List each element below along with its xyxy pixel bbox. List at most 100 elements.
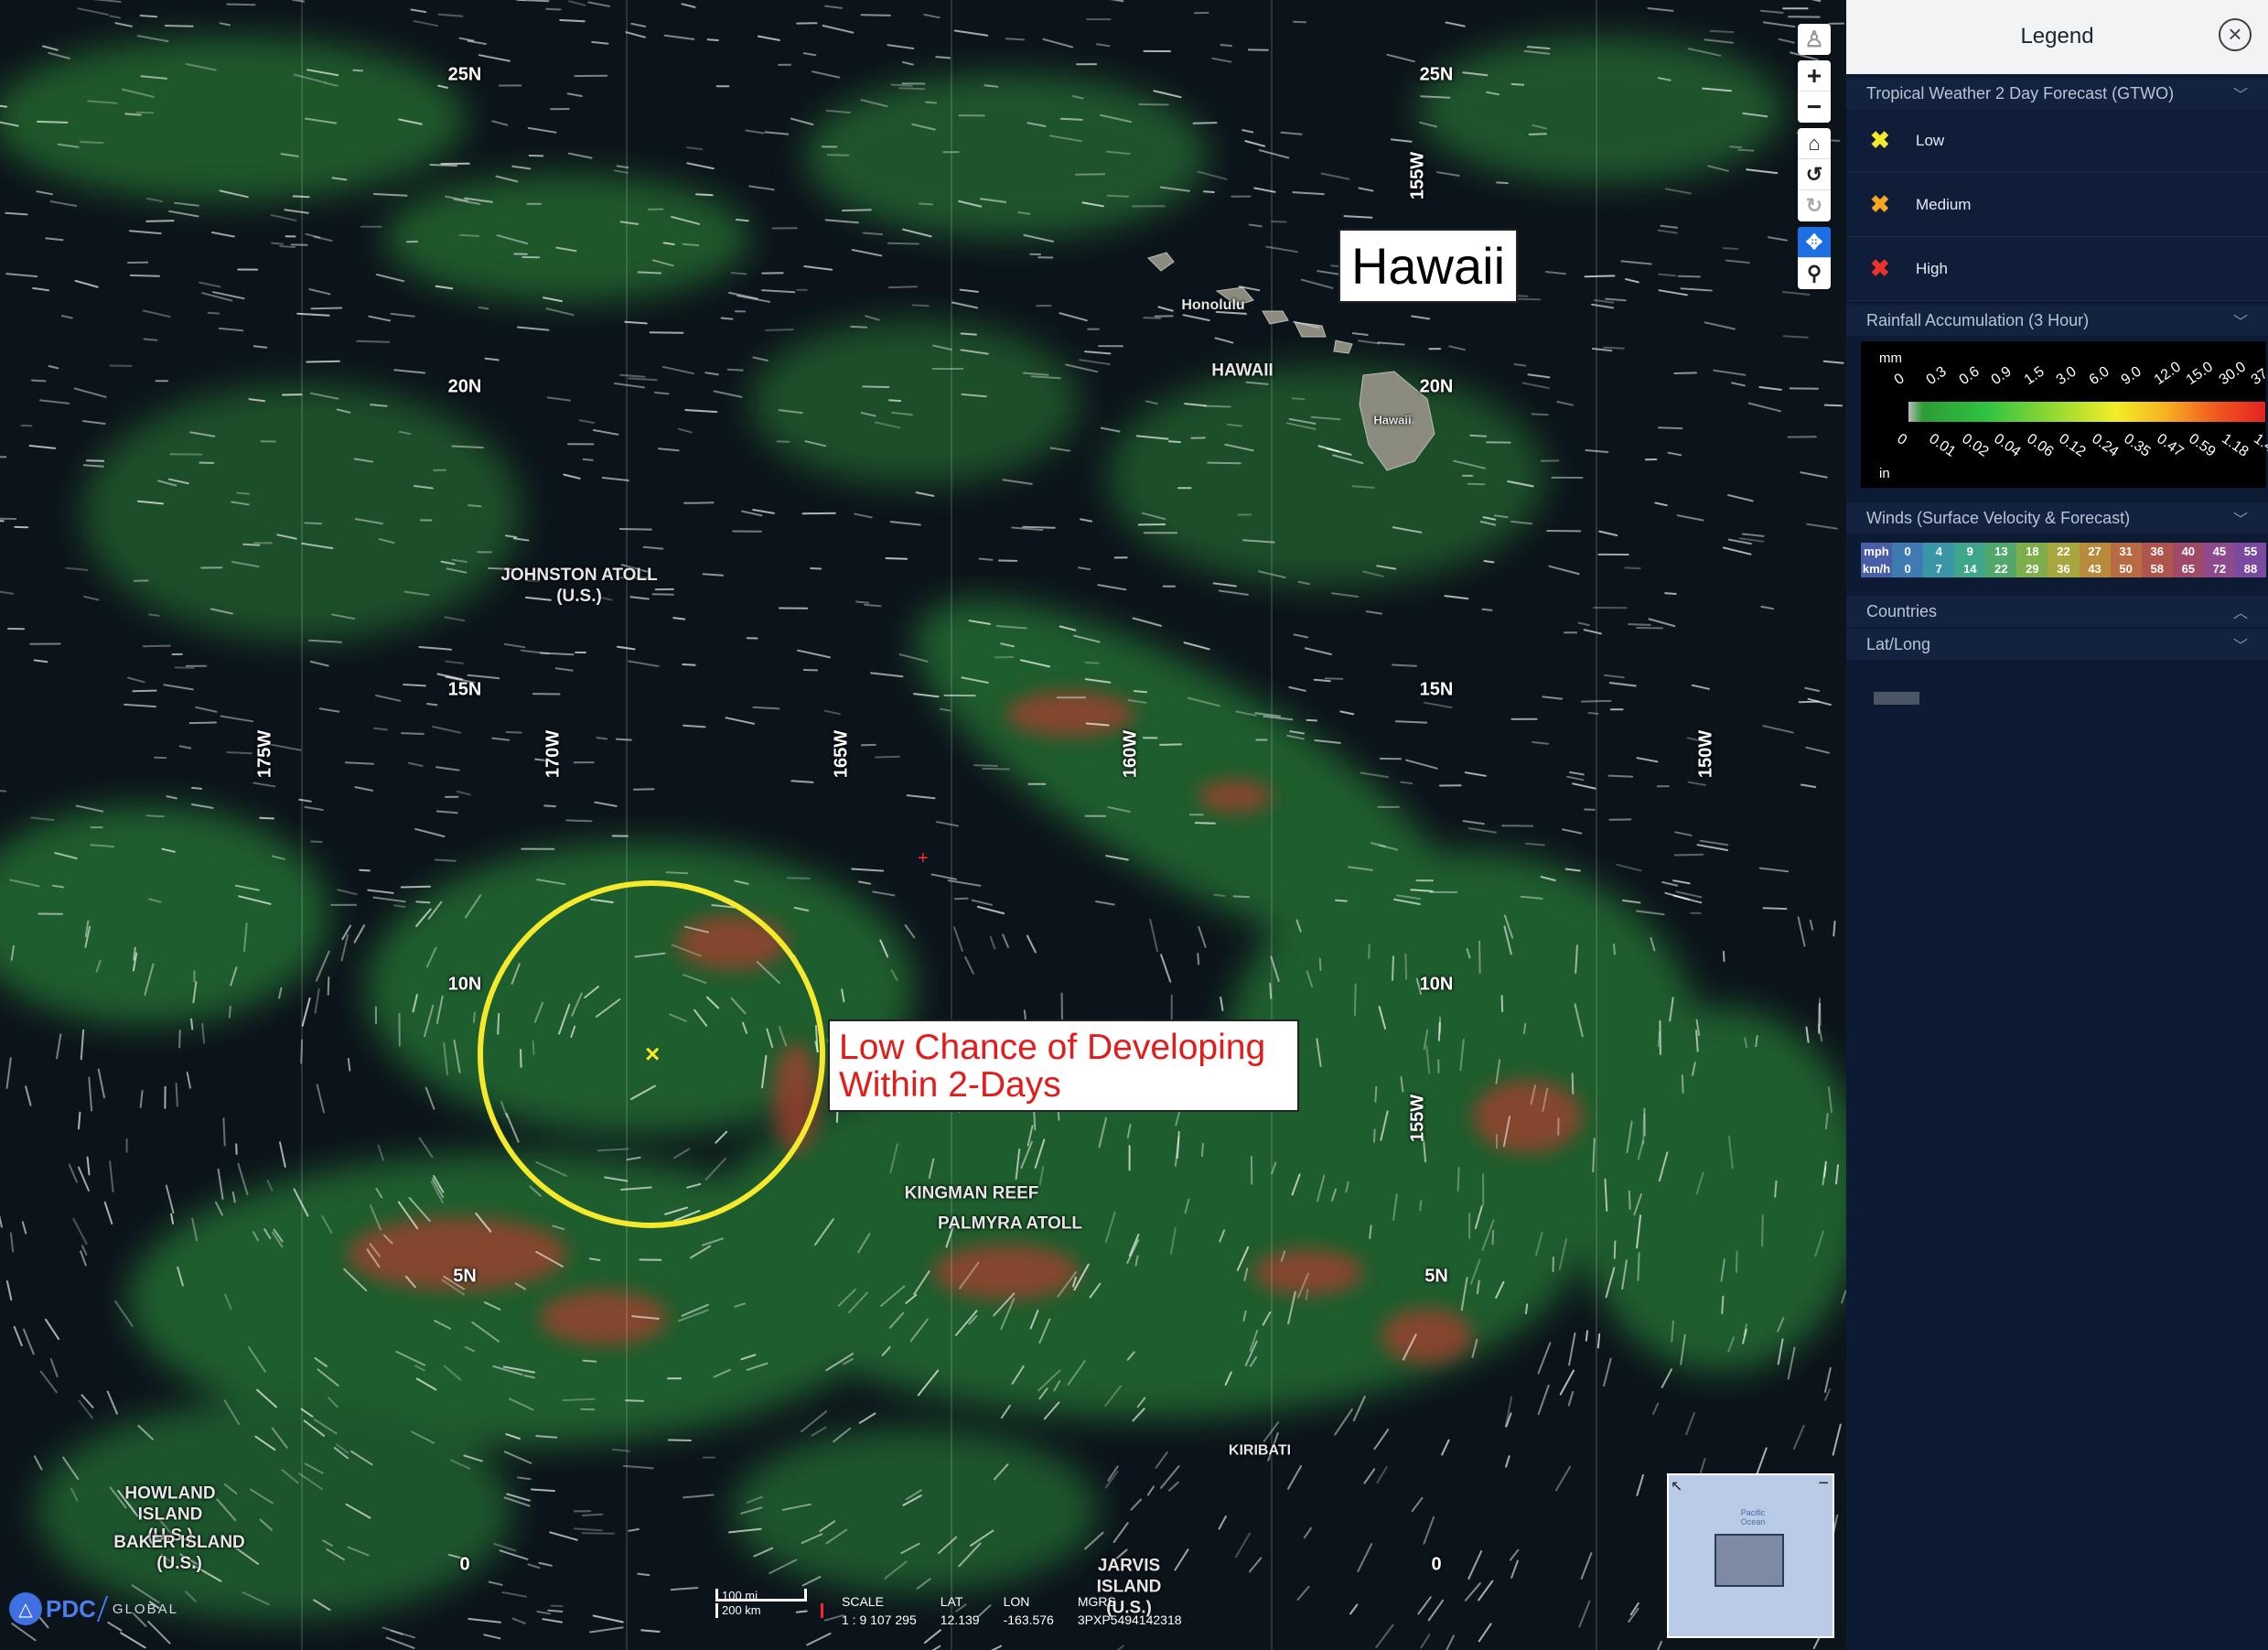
rain-in-tick: 0.35	[2121, 431, 2154, 460]
legend-section-latlong[interactable]: Lat/Long ﹀	[1846, 629, 2268, 660]
wind-streak	[0, 517, 17, 520]
wind-streak	[1291, 397, 1306, 401]
wind-streak	[1304, 647, 1332, 655]
wind-streak	[106, 1390, 118, 1415]
wind-streak	[382, 1626, 403, 1635]
wind-streak	[1360, 771, 1389, 779]
wind-streak	[1248, 223, 1263, 228]
wind-streak	[1377, 341, 1405, 346]
wind-streak	[188, 721, 218, 725]
wind-scale-cell: 31	[2110, 543, 2142, 560]
wind-streak	[237, 1162, 249, 1196]
legend-section-gtwo[interactable]: Tropical Weather 2 Day Forecast (GTWO) ﹀	[1846, 78, 2268, 109]
pan-icon[interactable]: ✥	[1798, 227, 1831, 258]
wind-streak	[1657, 1640, 1662, 1650]
rain-in-tick: 0.24	[2088, 431, 2122, 460]
wind-streak	[906, 794, 936, 800]
place-palmyra-atoll: PALMYRA ATOLL	[938, 1213, 1082, 1234]
wind-streak	[1566, 775, 1585, 782]
wind-streak	[327, 976, 330, 996]
wind-scale-cell: 13	[1985, 543, 2017, 560]
zoom-in-icon[interactable]: +	[1798, 60, 1831, 92]
legend-section-winds[interactable]: Winds (Surface Velocity & Forecast) ﹀	[1846, 502, 2268, 534]
wind-streak	[681, 3, 696, 8]
zoom-box-icon[interactable]: ⚲	[1798, 258, 1831, 289]
wind-streak	[1580, 1552, 1593, 1580]
wind-streak	[1467, 827, 1497, 834]
wind-streak	[129, 274, 160, 277]
collapse-icon[interactable]: −	[1818, 1473, 1829, 1494]
gtwo-low-marker-icon[interactable]: ×	[645, 1041, 660, 1067]
wind-streak	[702, 573, 724, 577]
wind-streak	[935, 56, 951, 59]
legend-section-rainfall[interactable]: Rainfall Accumulation (3 Hour) ﹀	[1846, 305, 2268, 336]
wind-streak	[1213, 893, 1226, 897]
wind-streak	[0, 790, 7, 793]
wind-streak	[554, 667, 574, 672]
wind-streak	[1375, 1623, 1394, 1648]
wind-streak	[30, 379, 47, 383]
overview-map[interactable]: ↖ − Pacific Ocean	[1667, 1473, 1834, 1638]
wind-streak	[219, 22, 231, 27]
rotate-right-icon[interactable]: ↻	[1798, 190, 1831, 221]
zoom-out-icon[interactable]: −	[1798, 92, 1831, 123]
wind-streak	[467, 674, 500, 680]
wind-streak	[501, 1591, 527, 1598]
wind-streak	[665, 871, 689, 875]
wind-streak	[1203, 190, 1215, 193]
rain-in-tick: 0.12	[2056, 431, 2089, 460]
wind-streak	[49, 200, 78, 207]
wind-streak	[855, 600, 870, 604]
legend-section-countries[interactable]: Countries ︿	[1846, 596, 2268, 627]
wind-streak	[862, 232, 884, 236]
person-icon[interactable]: ♙	[1798, 24, 1831, 55]
rain-mm-tick: 15.0	[2183, 359, 2217, 389]
wind-streak	[1026, 934, 1037, 954]
wind-streak	[622, 1464, 654, 1470]
wind-streak	[872, 890, 896, 897]
wind-streak	[226, 751, 253, 755]
wind-streak	[5, 273, 38, 278]
wind-streak	[37, 120, 69, 124]
wind-streak	[36, 190, 53, 196]
wind-streak	[1559, 1369, 1575, 1396]
overview-extent-box[interactable]	[1714, 1534, 1784, 1587]
rotate-left-icon[interactable]: ↺	[1798, 159, 1831, 190]
wind-streak	[1647, 7, 1674, 12]
wind-streak	[1658, 273, 1677, 277]
map-canvas[interactable]: 25N 25N 20N 20N 15N 15N 10N 10N 5N 5N 0 …	[0, 0, 1846, 1650]
wind-scale-cell: 29	[2016, 560, 2048, 577]
latlong-swatch	[1874, 692, 1919, 705]
expand-icon[interactable]: ↖	[1671, 1477, 1682, 1495]
wind-streak	[437, 13, 464, 17]
wind-scale-cell: 18	[2016, 543, 2048, 560]
wind-streak	[1809, 919, 1814, 931]
wind-streak	[850, 325, 868, 329]
wind-streak	[935, 821, 960, 827]
wind-streak	[236, 491, 251, 495]
wind-streak	[1288, 686, 1306, 692]
wind-streak	[505, 730, 522, 734]
wind-streak	[617, 645, 636, 651]
section-title: Lat/Long	[1866, 634, 1931, 653]
wind-streak	[300, 1039, 304, 1064]
wind-streak	[375, 274, 405, 283]
wind-streak	[613, 169, 629, 174]
lon-label: 155W	[1407, 1094, 1428, 1143]
wind-streak	[1160, 954, 1172, 983]
chevron-down-icon: ﹀	[2232, 639, 2248, 654]
wind-streak	[964, 956, 974, 975]
wind-streak	[640, 1629, 661, 1633]
home-icon[interactable]: ⌂	[1798, 128, 1831, 159]
wind-streak	[728, 291, 758, 300]
close-icon[interactable]: ×	[2219, 18, 2252, 51]
wind-streak	[568, 0, 586, 6]
wind-streak	[1404, 953, 1408, 980]
wind-streak	[923, 14, 941, 19]
wind-streak	[1505, 1455, 1510, 1468]
wind-streak	[1674, 831, 1693, 836]
wind-streak	[1437, 1021, 1441, 1041]
wind-streak	[313, 235, 333, 242]
wind-streak	[1313, 678, 1331, 683]
wind-streak	[1787, 1346, 1796, 1380]
